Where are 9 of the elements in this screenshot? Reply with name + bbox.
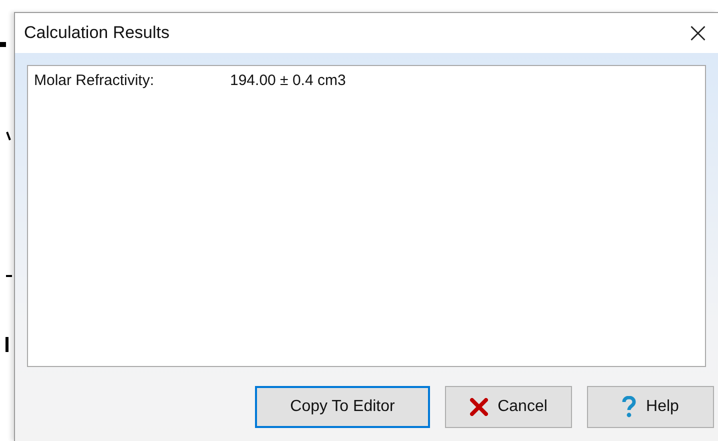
help-icon bbox=[622, 396, 636, 418]
window-title: Calculation Results bbox=[24, 23, 170, 43]
help-button[interactable]: Help bbox=[587, 386, 714, 428]
cancel-button[interactable]: Cancel bbox=[445, 386, 572, 428]
x-mark-icon bbox=[470, 398, 488, 416]
result-value: 194.00 ± 0.4 cm3 bbox=[230, 72, 346, 89]
close-button[interactable]: × bbox=[678, 13, 718, 53]
result-label: Molar Refractivity: bbox=[34, 72, 156, 89]
copy-button[interactable]: Copy To Editor bbox=[255, 386, 430, 428]
